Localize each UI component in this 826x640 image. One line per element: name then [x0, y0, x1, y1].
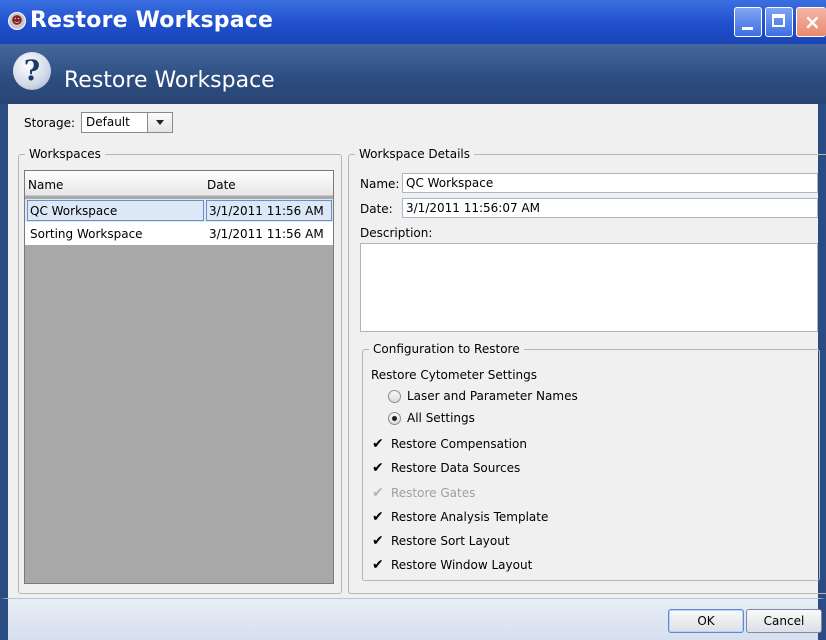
cytometer-settings-label: Restore Cytometer Settings: [371, 368, 538, 382]
restore-analysis-template-label[interactable]: Restore Analysis Template: [391, 510, 548, 524]
column-header-date[interactable]: Date: [207, 178, 236, 192]
title-bar: ☻ Restore Workspace ×: [0, 0, 826, 44]
list-item[interactable]: QC Workspace 3/1/2011 11:56 AM: [25, 199, 333, 222]
workspace-details-group-label: Workspace Details: [355, 147, 475, 161]
description-label: Description:: [360, 226, 433, 240]
workspace-date: 3/1/2011 11:56 AM: [209, 227, 324, 241]
app-icon: ☻: [8, 12, 26, 30]
date-field[interactable]: 3/1/2011 11:56:07 AM: [402, 198, 818, 218]
restore-gates-label: Restore Gates: [391, 486, 476, 500]
checkbox-restore-compensation[interactable]: ✔: [372, 437, 384, 451]
minimize-button[interactable]: [734, 7, 762, 37]
checkbox-restore-analysis-template[interactable]: ✔: [372, 510, 384, 524]
ok-button[interactable]: OK: [668, 609, 744, 633]
workspaces-list[interactable]: Name Date QC Workspace 3/1/2011 11:56 AM…: [24, 170, 334, 584]
cancel-button[interactable]: Cancel: [746, 609, 822, 633]
radio-laser-parameter-names[interactable]: [388, 390, 401, 403]
restore-window-layout-label[interactable]: Restore Window Layout: [391, 558, 532, 572]
header-title: Restore Workspace: [64, 68, 275, 93]
workspaces-group-label: Workspaces: [25, 147, 105, 161]
name-label: Name:: [360, 177, 400, 191]
close-icon: ×: [804, 10, 821, 34]
radio-all-settings-label[interactable]: All Settings: [407, 411, 475, 425]
chevron-down-icon[interactable]: [147, 113, 172, 132]
date-label: Date:: [360, 202, 393, 216]
workspace-name: Sorting Workspace: [30, 227, 143, 241]
storage-selected-value: Default: [86, 115, 130, 129]
name-field-value: QC Workspace: [406, 176, 494, 190]
question-icon: ?: [13, 52, 51, 90]
restore-workspace-window: ☻ Restore Workspace × ? Restore Workspac…: [0, 0, 826, 640]
description-textarea[interactable]: [360, 243, 818, 332]
close-button[interactable]: ×: [796, 7, 826, 37]
list-item[interactable]: Sorting Workspace 3/1/2011 11:56 AM: [25, 222, 333, 245]
storage-label: Storage:: [24, 116, 75, 130]
window-title: Restore Workspace: [30, 8, 274, 33]
restore-sort-layout-label[interactable]: Restore Sort Layout: [391, 534, 510, 548]
column-header-name[interactable]: Name: [28, 178, 63, 192]
radio-all-settings[interactable]: [388, 412, 401, 425]
configuration-group-label: Configuration to Restore: [369, 342, 524, 356]
checkbox-restore-gates: ✔: [372, 485, 384, 501]
restore-data-sources-label[interactable]: Restore Data Sources: [391, 461, 520, 475]
radio-laser-parameter-names-label[interactable]: Laser and Parameter Names: [407, 389, 578, 403]
workspace-name: QC Workspace: [30, 204, 118, 218]
checkbox-restore-sort-layout[interactable]: ✔: [372, 534, 384, 548]
workspace-date: 3/1/2011 11:56 AM: [209, 204, 324, 218]
list-header: Name Date: [25, 171, 333, 196]
restore-compensation-label[interactable]: Restore Compensation: [391, 437, 527, 451]
checkbox-restore-data-sources[interactable]: ✔: [372, 461, 384, 475]
checkbox-restore-window-layout[interactable]: ✔: [372, 558, 384, 572]
maximize-button[interactable]: [765, 7, 793, 37]
name-field[interactable]: QC Workspace: [402, 173, 818, 193]
dialog-header: ? Restore Workspace: [0, 44, 826, 104]
date-field-value: 3/1/2011 11:56:07 AM: [406, 201, 540, 215]
storage-dropdown[interactable]: Default: [81, 112, 173, 133]
